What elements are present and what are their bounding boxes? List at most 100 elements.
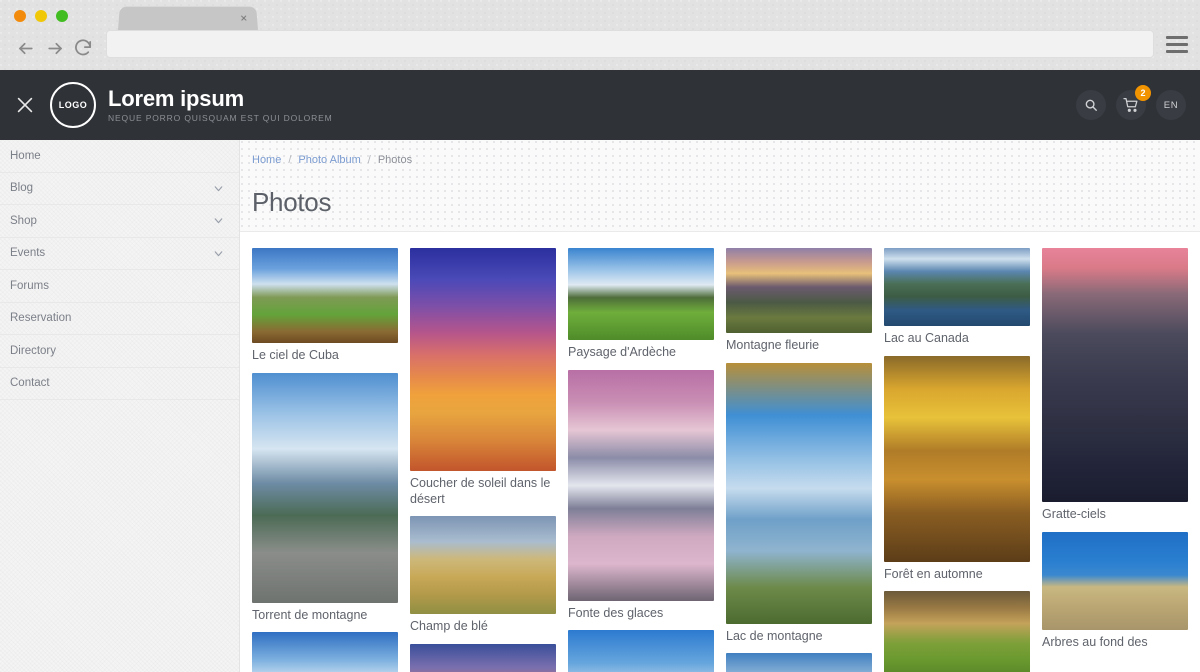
photo-thumbnail[interactable] xyxy=(410,516,556,615)
photo-card[interactable]: Lac de montagne xyxy=(726,362,872,645)
photo-caption: Arbres au fond des xyxy=(1042,634,1148,649)
photo-card[interactable] xyxy=(884,591,1030,672)
url-input[interactable] xyxy=(106,30,1154,58)
sidebar-item-directory[interactable]: Directory xyxy=(0,335,239,368)
photo-thumbnail[interactable] xyxy=(726,362,872,624)
brand-block: Lorem ipsum NEQUE PORRO QUISQUAM EST QUI… xyxy=(108,87,333,123)
site-tagline: NEQUE PORRO QUISQUAM EST QUI DOLOREM xyxy=(108,113,333,124)
sidebar-item-label: Reservation xyxy=(10,312,72,325)
photo-card[interactable]: Torrent de montagne xyxy=(252,372,398,624)
logo-text: LOGO xyxy=(58,100,88,110)
photo-card[interactable]: Forêt en automne xyxy=(884,355,1030,583)
cart-button[interactable]: 2 xyxy=(1116,85,1151,120)
sidebar-item-blog[interactable]: Blog xyxy=(0,173,239,205)
photo-thumbnail[interactable] xyxy=(568,369,714,601)
breadcrumb-item: Photos xyxy=(377,154,413,166)
photo-card[interactable]: Gratte-ciels xyxy=(1042,248,1188,523)
sidebar-item-label: Home xyxy=(10,149,41,162)
page-title: Photos xyxy=(252,187,332,217)
sidebar-item-reservation[interactable]: Reservation xyxy=(0,303,239,335)
sidebar-item-shop[interactable]: Shop xyxy=(0,205,239,238)
photo-thumbnail[interactable] xyxy=(1042,248,1188,502)
cart-count-badge: 2 xyxy=(1135,85,1151,101)
language-button[interactable]: EN xyxy=(1156,90,1186,120)
sidebar-item-label: Events xyxy=(10,247,46,260)
close-icon[interactable] xyxy=(2,82,48,128)
sidebar-item-label: Forums xyxy=(10,279,49,292)
hamburger-bar xyxy=(1166,50,1188,53)
photo-card[interactable]: Fonte des glaces xyxy=(568,369,714,622)
breadcrumb: Home / Photo Album / Photos xyxy=(252,154,1200,166)
photo-thumbnail[interactable] xyxy=(252,248,398,343)
breadcrumb-separator: / xyxy=(288,154,292,166)
photo-caption: Torrent de montagne xyxy=(252,607,368,622)
photo-caption: Paysage d'Ardèche xyxy=(568,345,677,359)
sidebar-item-label: Contact xyxy=(10,377,50,390)
chevron-down-icon[interactable] xyxy=(212,214,225,227)
browser-menu-icon[interactable] xyxy=(1166,36,1188,53)
photo-gallery: Le ciel de Cuba Torrent de montagne Couche… xyxy=(240,232,1188,672)
sidebar-item-label: Shop xyxy=(10,214,37,227)
chevron-down-icon[interactable] xyxy=(212,182,225,195)
photo-thumbnail[interactable] xyxy=(726,653,872,672)
breadcrumb-item[interactable]: Photo Album xyxy=(298,154,360,166)
photo-thumbnail[interactable] xyxy=(884,248,1030,326)
tab-close-icon[interactable]: × xyxy=(240,11,248,25)
back-icon[interactable] xyxy=(12,35,38,61)
sidebar-nav: Home Blog Shop Events Forums Reservation Direc… xyxy=(0,140,240,672)
photo-caption: Forêt en automne xyxy=(884,566,983,581)
photo-thumbnail[interactable] xyxy=(568,248,714,340)
photo-caption: Gratte-ciels xyxy=(1042,507,1106,521)
header-actions: 2 EN xyxy=(1076,85,1186,120)
photo-card[interactable]: Arbres au fond des xyxy=(1042,531,1188,651)
photo-card[interactable]: Le ciel de Cuba xyxy=(252,248,398,364)
window-close-button[interactable] xyxy=(14,10,26,22)
hamburger-bar xyxy=(1166,43,1188,46)
search-button[interactable] xyxy=(1076,90,1106,120)
photo-card[interactable] xyxy=(726,653,872,672)
photo-card[interactable]: Coucher de soleil dans le désert xyxy=(410,248,556,507)
photo-thumbnail[interactable] xyxy=(568,630,714,672)
breadcrumb-separator: / xyxy=(367,154,371,166)
photo-caption: Lac au Canada xyxy=(884,331,969,345)
photo-thumbnail[interactable] xyxy=(1042,531,1188,630)
reload-icon[interactable] xyxy=(70,35,96,61)
sidebar-item-events[interactable]: Events xyxy=(0,238,239,270)
photo-card[interactable]: Champ de blé xyxy=(410,516,556,635)
photo-thumbnail[interactable] xyxy=(884,355,1030,562)
main-content: Home / Photo Album / Photos Photos Le ciel d… xyxy=(240,140,1200,672)
photo-thumbnail[interactable] xyxy=(410,643,556,672)
photo-caption: Montagne fleurie xyxy=(726,338,820,352)
forward-icon[interactable] xyxy=(42,35,68,61)
photo-card[interactable]: Lac au Canada xyxy=(884,248,1030,347)
photo-caption: Fonte des glaces xyxy=(568,605,664,620)
window-maximize-button[interactable] xyxy=(56,10,68,22)
page-header-band: Home / Photo Album / Photos Photos xyxy=(240,140,1200,232)
site-header: LOGO Lorem ipsum NEQUE PORRO QUISQUAM ES… xyxy=(0,70,1200,140)
site-title: Lorem ipsum xyxy=(108,85,244,111)
photo-caption: Coucher de soleil dans le désert xyxy=(410,476,551,506)
chevron-down-icon[interactable] xyxy=(212,247,225,260)
sidebar-item-home[interactable]: Home xyxy=(0,140,239,173)
photo-thumbnail[interactable] xyxy=(252,632,398,672)
logo[interactable]: LOGO xyxy=(50,82,96,128)
photo-thumbnail[interactable] xyxy=(884,591,1030,672)
browser-chrome: × xyxy=(0,0,1200,70)
sidebar-item-forums[interactable]: Forums xyxy=(0,270,239,303)
page-body: Home Blog Shop Events Forums Reservation Direc… xyxy=(0,140,1200,672)
photo-thumbnail[interactable] xyxy=(726,248,872,333)
sidebar-item-label: Directory xyxy=(10,344,57,357)
hamburger-bar xyxy=(1166,36,1188,39)
photo-card[interactable] xyxy=(410,643,556,672)
photo-thumbnail[interactable] xyxy=(252,372,398,603)
window-traffic-lights xyxy=(14,10,68,22)
photo-card[interactable] xyxy=(568,630,714,672)
photo-thumbnail[interactable] xyxy=(410,248,556,471)
photo-card[interactable]: Montagne fleurie xyxy=(726,248,872,354)
photo-card[interactable] xyxy=(252,632,398,672)
photo-card[interactable]: Paysage d'Ardèche xyxy=(568,248,714,361)
breadcrumb-item[interactable]: Home xyxy=(252,154,281,166)
photo-caption: Le ciel de Cuba xyxy=(252,348,339,362)
sidebar-item-contact[interactable]: Contact xyxy=(0,368,239,400)
window-minimize-button[interactable] xyxy=(35,10,47,22)
